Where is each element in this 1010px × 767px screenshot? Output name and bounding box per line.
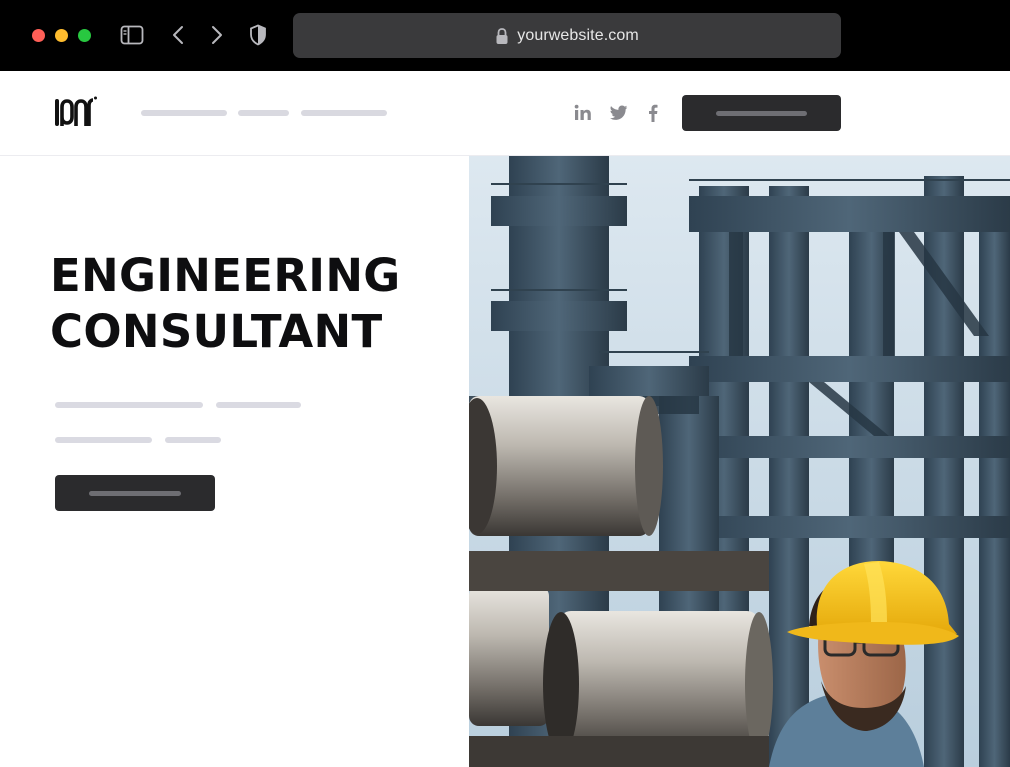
hero-text-placeholder <box>165 437 221 443</box>
header-cta-label-placeholder <box>716 111 807 116</box>
hero-cta-label-placeholder <box>89 491 181 496</box>
site-logo[interactable] <box>54 95 98 129</box>
site-header <box>0 71 1010 156</box>
sidebar-icon[interactable] <box>119 22 145 48</box>
hero-image-industrial-engineer <box>469 156 1010 767</box>
hero-title: ENGINEERING CONSULTANT <box>50 248 430 360</box>
browser-chrome: yourwebsite.com <box>0 0 1010 71</box>
hero-title-line-1: ENGINEERING <box>50 249 401 302</box>
hero-text-placeholder <box>55 437 152 443</box>
minimize-window-button[interactable] <box>55 29 68 42</box>
hero-text-placeholder <box>55 402 203 408</box>
nav-item-2[interactable] <box>238 110 289 116</box>
hero-cta-button[interactable] <box>55 475 215 511</box>
close-window-button[interactable] <box>32 29 45 42</box>
nav-item-1[interactable] <box>141 110 227 116</box>
shield-icon[interactable] <box>248 22 268 48</box>
facebook-icon[interactable] <box>643 103 663 123</box>
hero-title-line-2: CONSULTANT <box>50 305 383 358</box>
url-text: yourwebsite.com <box>517 26 639 44</box>
address-bar[interactable]: yourwebsite.com <box>293 13 841 58</box>
twitter-icon[interactable] <box>609 103 629 123</box>
nav-item-3[interactable] <box>301 110 387 116</box>
header-cta-button[interactable] <box>682 95 841 131</box>
linkedin-icon[interactable] <box>573 103 593 123</box>
hero-text-placeholder <box>216 402 301 408</box>
lock-icon <box>495 27 509 45</box>
chevron-left-icon[interactable] <box>168 22 188 48</box>
maximize-window-button[interactable] <box>78 29 91 42</box>
chevron-right-icon[interactable] <box>207 22 227 48</box>
